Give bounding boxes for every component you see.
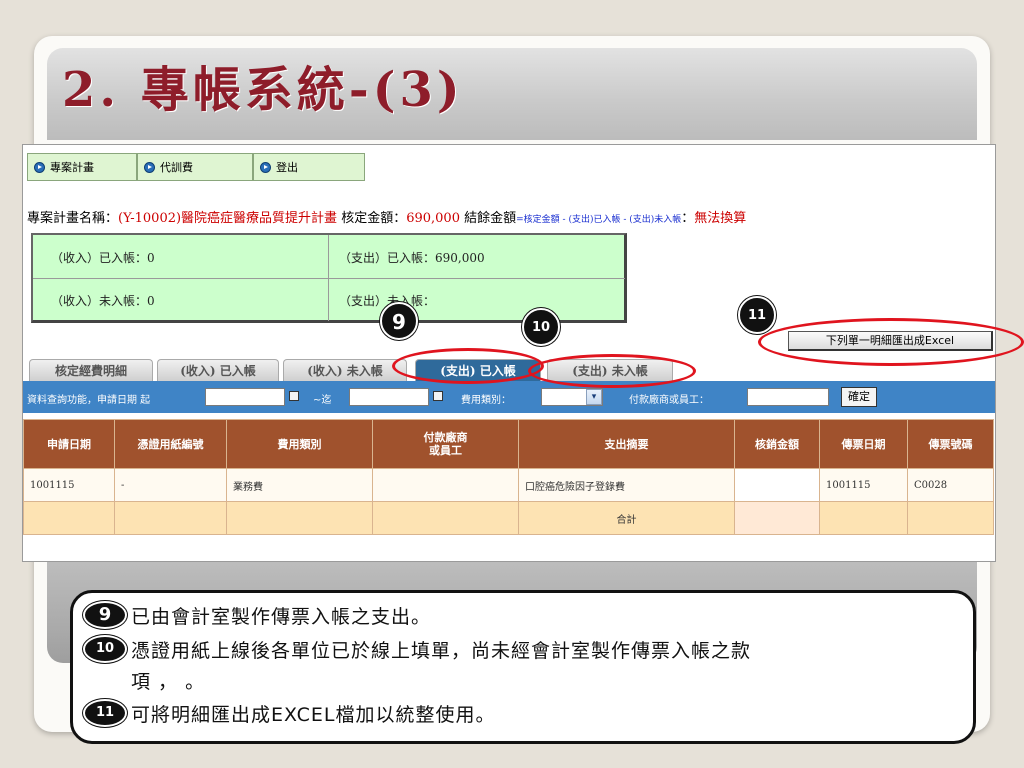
vendor-label: 付款廠商或員工：: [629, 395, 709, 406]
table-cell: [372, 501, 519, 535]
tab-approved-budget-detail[interactable]: 核定經費明細: [29, 359, 153, 381]
column-header[interactable]: 傳票號碼: [907, 419, 994, 469]
highlight-ellipse: [392, 348, 544, 384]
note-number-badge: 11: [83, 699, 127, 727]
confirm-button[interactable]: 確定: [841, 387, 877, 407]
column-header[interactable]: 憑證用紙編號: [114, 419, 227, 469]
column-header[interactable]: 支出摘要: [518, 419, 735, 469]
table-cell: [734, 501, 820, 535]
table-cell: [114, 501, 227, 535]
vendor-input[interactable]: [747, 388, 829, 406]
income-posted: （收入）已入帳：0: [51, 251, 155, 265]
column-header[interactable]: 傳票日期: [819, 419, 908, 469]
project-info-line: 專案計畫名稱：(Y-10002)醫院癌症醫療品質提升計畫 核定金額：690,00…: [27, 207, 746, 226]
table-cell: 1001115: [23, 468, 115, 502]
note-text: 已由會計室製作傳票入帳之支出。: [131, 606, 432, 628]
balance-label: 結餘金額: [464, 211, 517, 226]
nav-label: 登出: [276, 161, 298, 174]
tab-income-unposted[interactable]: (收入) 未入帳: [283, 359, 407, 381]
arrow-bullet-icon: [260, 161, 271, 173]
calendar-icon[interactable]: [433, 391, 443, 401]
expense-posted: （支出）已入帳：690,000: [339, 251, 485, 265]
category-label: 費用類別：: [461, 395, 511, 406]
table-header-row: 申請日期 憑證用紙編號 費用類別 付款廠商 或員工 支出摘要 核銷金額 傳票日期…: [23, 419, 994, 469]
highlight-ellipse: [758, 318, 1024, 366]
column-header[interactable]: 核銷金額: [734, 419, 820, 469]
approved-amount-value: 690,000: [406, 211, 460, 226]
table-cell: [734, 468, 820, 502]
calendar-icon[interactable]: [289, 391, 299, 401]
table-cell: [819, 501, 908, 535]
divider: [33, 278, 625, 279]
tab-income-posted[interactable]: (收入) 已入帳: [157, 359, 279, 381]
nav-training-fee[interactable]: 代訓費: [137, 153, 253, 181]
balance-value: 無法換算: [694, 211, 747, 226]
income-unposted: （收入）未入帳：0: [51, 294, 155, 308]
notes-box: 9 已由會計室製作傳票入帳之支出。 10 憑證用紙上線後各單位已於線上填單，尚未…: [70, 590, 976, 744]
arrow-bullet-icon: [34, 161, 45, 173]
table-cell: 業務費: [226, 468, 373, 502]
balance-separator: ：: [681, 211, 695, 226]
arrow-bullet-icon: [144, 161, 155, 173]
total-label: 合計: [518, 501, 735, 535]
table-cell: -: [114, 468, 227, 502]
balance-formula: =核定金額 - (支出)已入帳 - (支出)未入帳: [516, 215, 682, 225]
column-header[interactable]: 費用類別: [226, 419, 373, 469]
chevron-down-icon[interactable]: ▾: [586, 389, 602, 405]
filter-bar: 資料查詢功能，申請日期 起 ~迄 費用類別： ▾ 付款廠商或員工： 確定: [23, 381, 995, 413]
table-cell: C0028: [907, 468, 994, 502]
date-to-input[interactable]: [349, 388, 429, 406]
date-to-label: ~迄: [313, 395, 332, 406]
slide-title: 2. 專帳系統-(3): [62, 62, 464, 118]
nav-label: 專案計畫: [50, 161, 94, 174]
nav-label: 代訓費: [160, 161, 193, 174]
note-text: 憑證用紙上線後各單位已於線上填單，尚未經會計室製作傳票入帳之款: [131, 640, 752, 662]
note-number-badge: 10: [83, 635, 127, 663]
note-text: 可將明細匯出成EXCEL檔加以統整使用。: [131, 704, 496, 726]
table-cell: 口腔癌危險因子登錄費: [518, 468, 735, 502]
expense-table: 申請日期 憑證用紙編號 費用類別 付款廠商 或員工 支出摘要 核銷金額 傳票日期…: [23, 419, 994, 535]
table-cell: [226, 501, 373, 535]
callout-badge: 9: [380, 302, 418, 340]
project-name-value: (Y-10002)醫院癌症醫療品質提升計畫: [118, 211, 338, 226]
highlight-ellipse: [528, 354, 696, 388]
nav-project-plan[interactable]: 專案計畫: [27, 153, 137, 181]
callout-badge: 11: [738, 296, 776, 334]
table-cell: [23, 501, 115, 535]
approved-amount-label: 核定金額：: [341, 211, 407, 226]
note-number-badge: 9: [83, 601, 127, 629]
column-header[interactable]: 申請日期: [23, 419, 115, 469]
column-header[interactable]: 付款廠商 或員工: [372, 419, 519, 469]
table-row[interactable]: 1001115 - 業務費 口腔癌危險因子登錄費 1001115 C0028: [23, 468, 994, 502]
table-cell: [372, 468, 519, 502]
table-cell: 1001115: [819, 468, 908, 502]
callout-badge: 10: [522, 308, 560, 346]
project-name-label: 專案計畫名稱：: [27, 211, 119, 226]
note-text-continuation: 項 ， 。: [131, 671, 206, 693]
table-total-row: 合計: [23, 501, 994, 535]
date-from-label: 資料查詢功能，申請日期 起: [27, 395, 151, 406]
date-from-input[interactable]: [205, 388, 285, 406]
nav-logout[interactable]: 登出: [253, 153, 365, 181]
table-cell: [907, 501, 994, 535]
